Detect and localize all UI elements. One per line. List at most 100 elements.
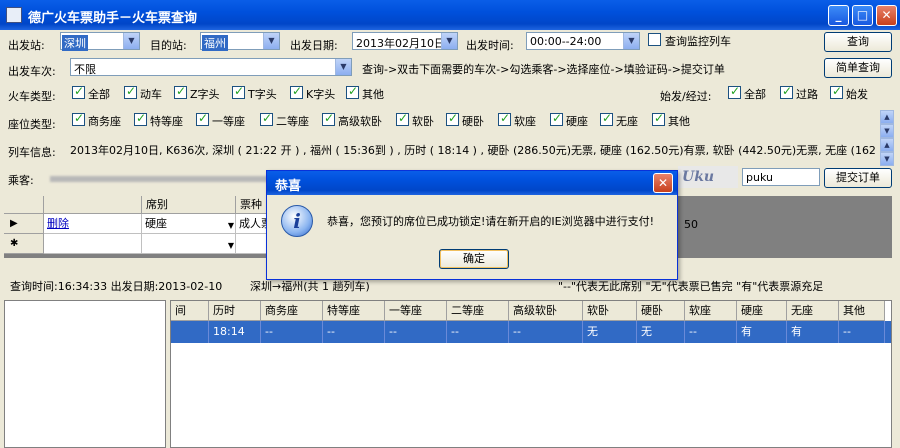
scroll-down-icon[interactable]: ▼: [880, 124, 894, 138]
seat-other-checkbox[interactable]: [652, 111, 665, 126]
train-select[interactable]: 不限 ▼: [70, 58, 352, 76]
passenger-list[interactable]: [50, 176, 280, 182]
column-header[interactable]: 历时: [209, 301, 261, 321]
captcha-input[interactable]: puku: [742, 168, 820, 186]
new-seat-cell[interactable]: ▼: [142, 234, 236, 254]
column-header[interactable]: 软座: [685, 301, 737, 321]
table-cell: [171, 321, 209, 343]
seat-special-checkbox[interactable]: [134, 111, 147, 126]
seat-deluxe-sleeper-label: 高级软卧: [338, 115, 382, 128]
scroll-up-icon[interactable]: ▲: [880, 138, 894, 152]
seat-hard-seat-checkbox[interactable]: [550, 111, 563, 126]
table-cell: --: [385, 321, 447, 343]
seat-soft-sleeper-label: 软卧: [412, 115, 434, 128]
via-all-checkbox[interactable]: [728, 84, 741, 99]
window-title: 德广火车票助手－火车票查询: [28, 11, 198, 26]
seat-first-label: 一等座: [212, 115, 245, 128]
seat-no-seat-checkbox[interactable]: [600, 111, 613, 126]
table-cell: --: [509, 321, 583, 343]
column-header[interactable]: 特等座: [323, 301, 385, 321]
table-cell: --: [261, 321, 323, 343]
column-header[interactable]: 间: [171, 301, 209, 321]
table-cell: 有: [787, 321, 839, 343]
submit-order-button[interactable]: 提交订单: [824, 168, 892, 188]
chevron-down-icon[interactable]: ▼: [335, 59, 351, 75]
to-label: 目的站:: [150, 39, 187, 52]
column-header[interactable]: 一等座: [385, 301, 447, 321]
query-button[interactable]: 查询: [824, 32, 892, 52]
via-pass-checkbox[interactable]: [780, 84, 793, 99]
seat-deluxe-sleeper-checkbox[interactable]: [322, 111, 335, 126]
column-header[interactable]: 软卧: [583, 301, 637, 321]
from-station-select[interactable]: 深圳 ▼: [60, 32, 140, 51]
success-dialog: 恭喜 ✕ i 恭喜，您预订的席位已成功锁定!请在新开启的IE浏览器中进行支付! …: [266, 170, 678, 280]
seat-other-label: 其他: [668, 115, 690, 128]
from-station-value: 深圳: [62, 35, 88, 51]
seat-soft-seat-checkbox[interactable]: [498, 111, 511, 126]
chevron-down-icon[interactable]: ▼: [228, 236, 234, 253]
dialog-title-bar: 恭喜 ✕: [267, 171, 677, 195]
type-emu-checkbox[interactable]: [124, 84, 137, 99]
seat-business-label: 商务座: [88, 115, 121, 128]
type-all-checkbox[interactable]: [72, 84, 85, 99]
column-header[interactable]: 硬座: [737, 301, 787, 321]
column-header[interactable]: 其他: [839, 301, 885, 321]
train-list-panel[interactable]: [4, 300, 166, 448]
column-header[interactable]: 商务座: [261, 301, 323, 321]
column-header[interactable]: 高级软卧: [509, 301, 583, 321]
captcha-image: Uku: [678, 166, 738, 188]
monitor-label: 查询监控列车: [665, 35, 731, 48]
column-header[interactable]: 无座: [787, 301, 839, 321]
table-cell: 18:14: [209, 321, 261, 343]
column-header[interactable]: [44, 196, 142, 214]
time-label: 出发时间:: [466, 39, 514, 52]
seat-cell[interactable]: 硬座 ▼: [142, 214, 236, 234]
type-other-checkbox[interactable]: [346, 84, 359, 99]
passenger-label: 乘客:: [8, 174, 34, 187]
chevron-down-icon[interactable]: ▼: [623, 33, 639, 49]
monitor-checkbox[interactable]: [648, 33, 661, 46]
time-select[interactable]: 00:00--24:00 ▼: [526, 32, 640, 50]
dialog-title: 恭喜: [275, 179, 302, 194]
seat-soft-seat-label: 软座: [514, 115, 536, 128]
delete-link[interactable]: 删除: [44, 214, 142, 234]
via-origin-label: 始发: [846, 88, 868, 101]
table-cell: 无: [583, 321, 637, 343]
type-z-checkbox[interactable]: [174, 84, 187, 99]
train-info-text: 2013年02月10日, K636次, 深圳 ( 21:22 开 ) , 福州 …: [70, 144, 876, 157]
close-icon[interactable]: ✕: [653, 173, 673, 193]
table-cell: --: [839, 321, 885, 343]
row-marker: ▶: [4, 214, 44, 234]
query-time-status: 查询时间:16:34:33 出发日期:2013-02-10: [10, 280, 223, 293]
chevron-down-icon[interactable]: ▼: [123, 33, 139, 49]
via-origin-checkbox[interactable]: [830, 84, 843, 99]
type-emu-label: 动车: [140, 88, 162, 101]
seat-soft-sleeper-checkbox[interactable]: [396, 111, 409, 126]
seat-first-checkbox[interactable]: [196, 111, 209, 126]
to-station-select[interactable]: 福州 ▼: [200, 32, 280, 51]
close-icon[interactable]: ✕: [876, 5, 897, 26]
type-t-label: T字头: [248, 88, 277, 101]
chevron-down-icon[interactable]: ▼: [263, 33, 279, 49]
seat-hard-sleeper-checkbox[interactable]: [446, 111, 459, 126]
scroll-up-icon[interactable]: ▲: [880, 110, 894, 124]
column-header[interactable]: 硬卧: [637, 301, 685, 321]
seat-second-checkbox[interactable]: [260, 111, 273, 126]
column-header[interactable]: 二等座: [447, 301, 509, 321]
ok-button[interactable]: 确定: [439, 249, 509, 269]
maximize-icon[interactable]: □: [852, 5, 873, 26]
date-picker[interactable]: 2013年02月10日 ▼: [352, 32, 458, 50]
dialog-message: 恭喜，您预订的席位已成功锁定!请在新开启的IE浏览器中进行支付!: [327, 215, 655, 228]
chevron-down-icon[interactable]: ▼: [441, 33, 457, 49]
column-header[interactable]: 席别: [142, 196, 236, 214]
type-t-checkbox[interactable]: [232, 84, 245, 99]
scroll-down-icon[interactable]: ▼: [880, 152, 894, 166]
seat-business-checkbox[interactable]: [72, 111, 85, 126]
info-icon: i: [281, 205, 313, 237]
chevron-down-icon[interactable]: ▼: [228, 216, 234, 233]
workflow-hint: 查询->双击下面需要的车次->勾选乘客->选择座位->填验证码->提交订单: [362, 63, 725, 76]
minimize-icon[interactable]: _: [828, 5, 849, 26]
type-k-checkbox[interactable]: [290, 84, 303, 99]
simple-query-button[interactable]: 简单查询: [824, 58, 892, 78]
new-name-cell[interactable]: [44, 234, 142, 254]
